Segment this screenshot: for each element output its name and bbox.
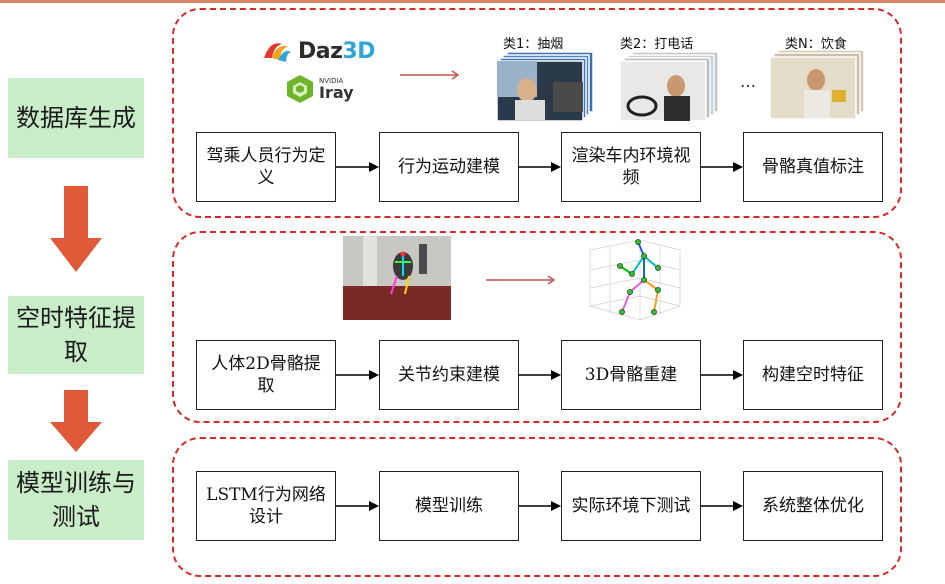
- flow-arrow-icon: [336, 162, 379, 172]
- step-skeleton-annotation: 骨骼真值标注: [743, 132, 883, 202]
- step-behavior-definition: 驾乘人员行为定义: [196, 132, 336, 202]
- daz3d-logo-icon: [264, 43, 291, 62]
- step-motion-modeling: 行为运动建模: [379, 132, 519, 202]
- skeleton-2d-photo: [343, 236, 451, 320]
- daz3d-logo: Daz3D: [262, 38, 375, 64]
- step-3d-skeleton-reconstruction: 3D骨骼重建: [561, 340, 701, 410]
- step-lstm-network-design: LSTM行为网络设计: [196, 471, 336, 541]
- down-arrow-icon: [50, 390, 102, 452]
- skeleton-3d-plot: [589, 239, 681, 321]
- class-caption-phone: 类2：打电话: [620, 37, 694, 52]
- step-joint-constraint-modeling: 关节约束建模: [379, 340, 519, 410]
- stage-database-generation: 数据库生成: [8, 78, 144, 158]
- step-real-environment-testing: 实际环境下测试: [561, 471, 701, 541]
- phone-render-image: [620, 52, 718, 122]
- flow-arrow-icon: [519, 501, 561, 511]
- down-arrow-icon: [50, 186, 102, 272]
- step-render-video: 渲染车内环境视频: [561, 132, 701, 202]
- nvidia-iray-logo: NVIDIA Iray: [286, 74, 354, 104]
- smoking-render-image: [497, 52, 593, 122]
- step-model-training: 模型训练: [379, 471, 519, 541]
- ellipsis: …: [740, 72, 756, 91]
- eating-render-image: [770, 50, 864, 120]
- top-rule: [0, 0, 945, 3]
- flow-arrow-icon: [336, 501, 379, 511]
- flow-arrow-icon: [519, 370, 561, 380]
- flow-arrow-icon: [701, 162, 743, 172]
- stage-feature-extraction: 空时特征提取: [8, 296, 144, 374]
- flow-arrow-icon: [336, 370, 379, 380]
- flow-arrow-icon: [701, 501, 743, 511]
- iray-cube-icon: [287, 75, 313, 103]
- stage-training-testing: 模型训练与测试: [8, 460, 144, 540]
- thin-arrow-icon: [400, 70, 460, 80]
- step-system-optimization: 系统整体优化: [743, 471, 883, 541]
- class-caption-smoking: 类1：抽烟: [503, 37, 564, 52]
- step-2d-skeleton-extraction: 人体2D骨骼提取: [196, 340, 336, 410]
- thin-arrow-icon: [486, 275, 556, 285]
- step-spatiotemporal-features: 构建空时特征: [743, 340, 883, 410]
- flow-arrow-icon: [701, 370, 743, 380]
- flow-arrow-icon: [519, 162, 561, 172]
